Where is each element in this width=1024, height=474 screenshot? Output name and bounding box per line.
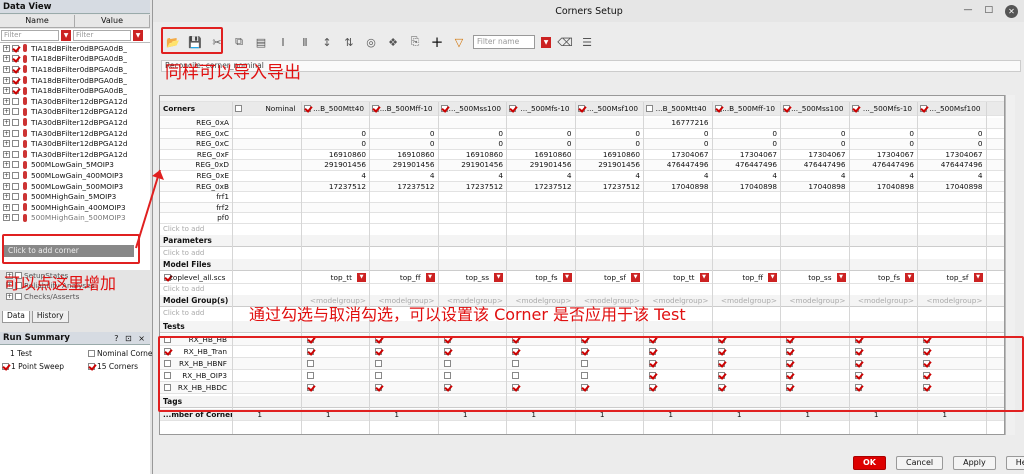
annotation-arrow <box>135 169 164 249</box>
